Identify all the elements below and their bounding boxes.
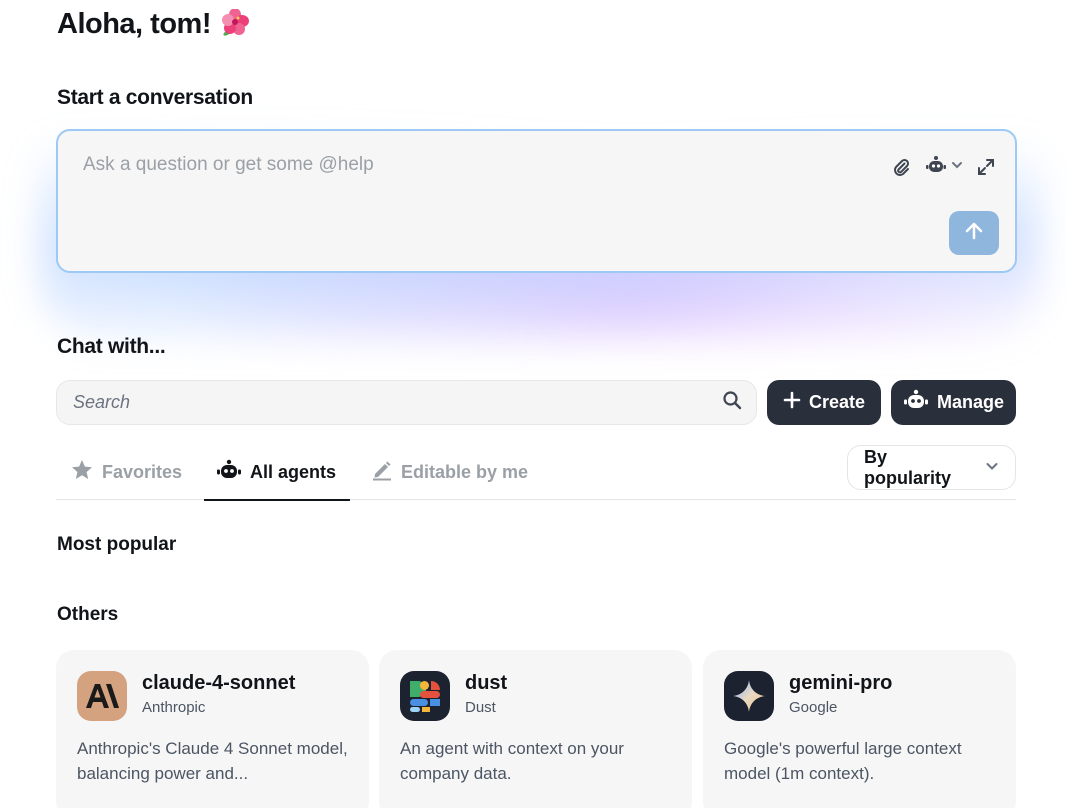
agent-name: gemini-pro (789, 672, 893, 694)
tab-label: Favorites (102, 462, 183, 482)
robot-icon (903, 389, 929, 416)
tab-editable-by-me[interactable]: Editable by me (371, 445, 528, 500)
agent-name: dust (465, 672, 508, 694)
plus-icon (783, 391, 801, 414)
agent-description: Google's powerful large context model (1… (724, 739, 962, 783)
greeting: Aloha, tom! (57, 4, 249, 44)
paperclip-icon[interactable] (891, 155, 911, 179)
expand-icon[interactable] (977, 155, 995, 179)
composer-input[interactable]: Ask a question or get some @help (83, 154, 374, 176)
agent-vendor: Anthropic (142, 699, 206, 716)
greeting-text: Aloha, tom! (57, 7, 212, 40)
agent-vendor: Dust (465, 699, 496, 716)
agent-card-dust[interactable]: dust Dust An agent with context on your … (379, 650, 692, 808)
anthropic-logo-icon (77, 671, 127, 721)
search-icon[interactable] (722, 390, 742, 415)
agent-description: An agent with context on your company da… (400, 739, 624, 783)
arrow-up-icon (963, 220, 985, 247)
agent-description: Anthropic's Claude 4 Sonnet model, balan… (77, 739, 348, 783)
composer-tools (891, 155, 995, 179)
search-input[interactable] (73, 392, 722, 413)
agent-name: claude-4-sonnet (142, 672, 296, 694)
tab-favorites[interactable]: Favorites (70, 445, 182, 500)
chevron-down-icon (985, 457, 999, 478)
sort-label: By popularity (864, 446, 952, 488)
gemini-sparkle-icon (724, 671, 774, 721)
pencil-icon (371, 459, 393, 486)
dust-logo-icon (400, 671, 450, 721)
star-icon (70, 459, 94, 486)
manage-label: Manage (936, 392, 1005, 412)
tab-all-agents[interactable]: All agents (204, 445, 351, 501)
sort-dropdown[interactable]: By popularity (847, 445, 1016, 490)
most-popular-heading: Most popular (57, 534, 177, 555)
composer[interactable]: Ask a question or get some @help (56, 129, 1017, 273)
tab-label: Editable by me (401, 462, 529, 482)
robot-icon (925, 155, 947, 180)
hibiscus-icon (219, 8, 249, 39)
composer-section-title: Start a conversation (57, 86, 253, 109)
agent-picker[interactable] (925, 155, 963, 179)
robot-icon (216, 459, 242, 486)
chat-with-title: Chat with... (57, 335, 166, 358)
chevron-down-icon (951, 158, 963, 176)
agent-card-claude-4-sonnet[interactable]: claude-4-sonnet Anthropic Anthropic's Cl… (56, 650, 369, 808)
tab-label: All agents (250, 462, 337, 482)
manage-button[interactable]: Manage (891, 380, 1016, 425)
agent-search[interactable] (56, 380, 757, 425)
others-heading: Others (57, 604, 119, 625)
create-button[interactable]: Create (767, 380, 881, 425)
agent-vendor: Google (789, 699, 838, 716)
send-button[interactable] (949, 211, 999, 255)
create-label: Create (808, 392, 866, 412)
agent-card-gemini-pro[interactable]: gemini-pro Google Google's powerful larg… (703, 650, 1016, 808)
